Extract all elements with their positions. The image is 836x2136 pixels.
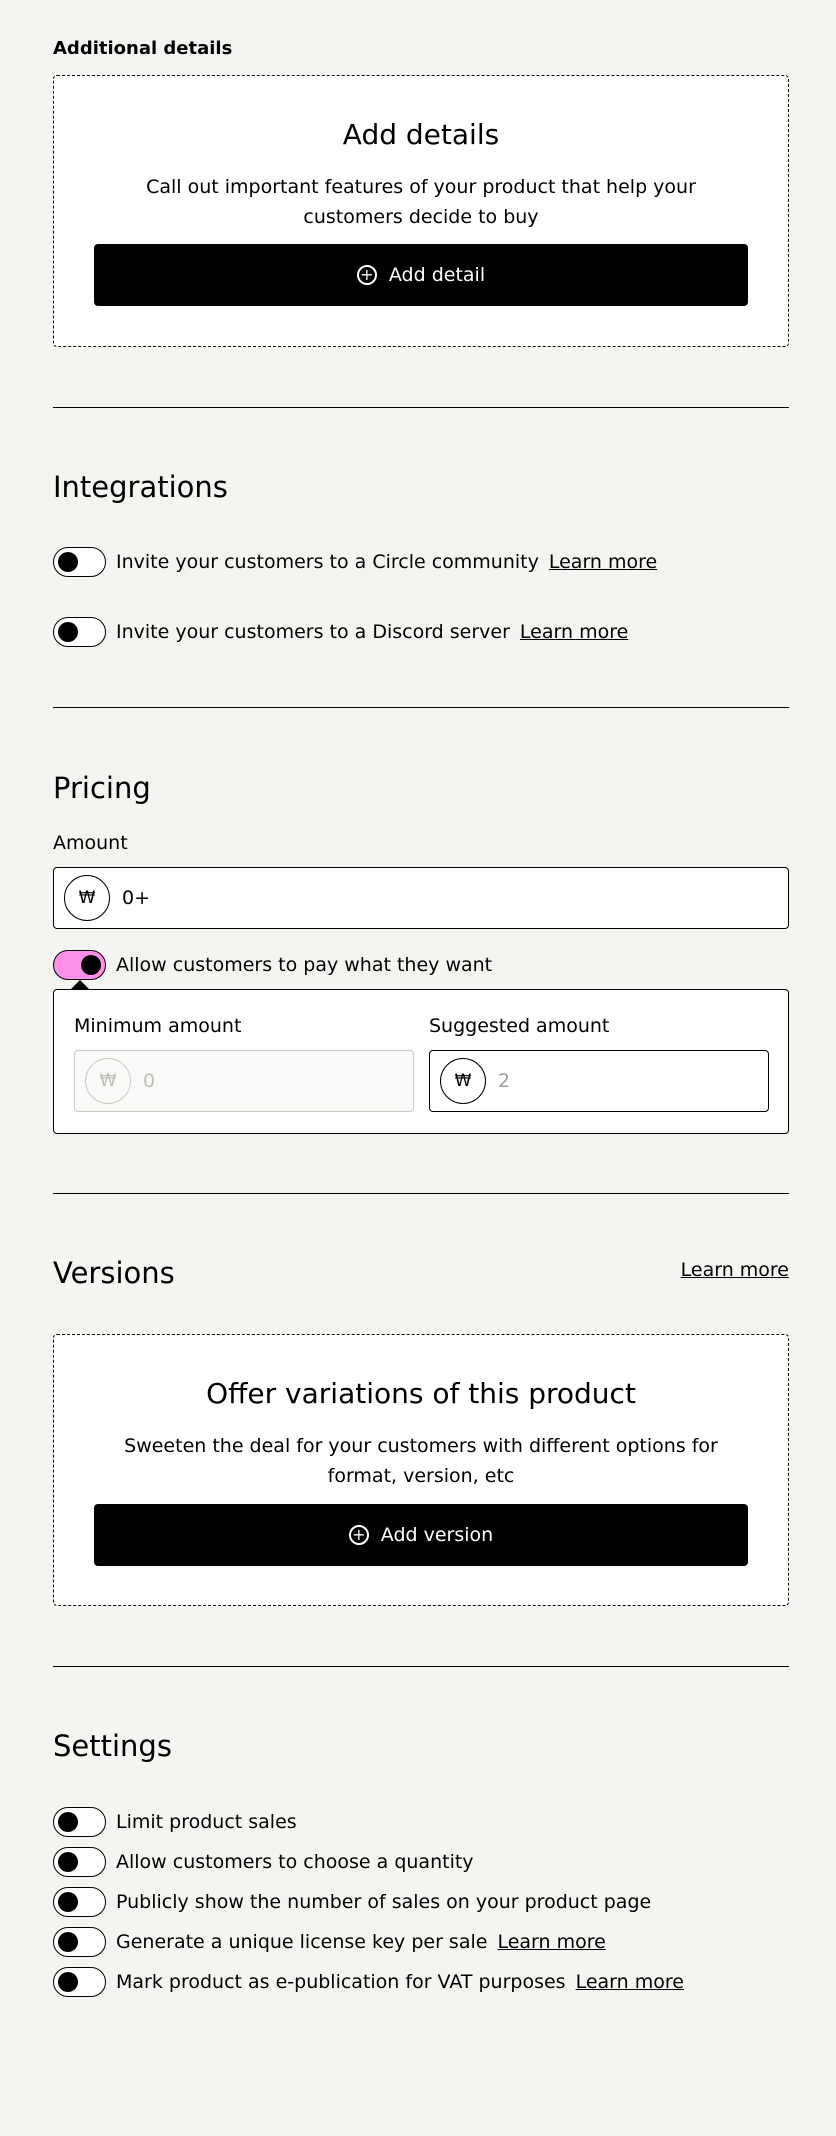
show-sales-toggle[interactable] xyxy=(53,1887,106,1917)
circle-toggle[interactable] xyxy=(53,547,106,577)
integration-circle-row: Invite your customers to a Circle commun… xyxy=(53,547,657,577)
setting-limit-sales-row: Limit product sales xyxy=(53,1807,297,1837)
show-sales-label: Publicly show the number of sales on you… xyxy=(116,1891,652,1913)
setting-license-key-row: Generate a unique license key per sale L… xyxy=(53,1927,606,1957)
currency-won-icon: ₩ xyxy=(85,1058,131,1104)
currency-won-icon: ₩ xyxy=(64,875,110,921)
limit-sales-label: Limit product sales xyxy=(116,1811,297,1833)
discord-label: Invite your customers to a Discord serve… xyxy=(116,621,510,643)
integration-discord-row: Invite your customers to a Discord serve… xyxy=(53,617,628,647)
plus-circle-icon: + xyxy=(356,265,377,285)
pwyw-label: Allow customers to pay what they want xyxy=(116,954,493,976)
versions-title: Versions xyxy=(53,1256,175,1290)
circle-label: Invite your customers to a Circle commun… xyxy=(116,551,539,573)
add-details-title: Add details xyxy=(342,118,500,151)
quantity-label: Allow customers to choose a quantity xyxy=(116,1851,474,1873)
minimum-amount-value: 0 xyxy=(143,1070,156,1092)
pricing-title: Pricing xyxy=(53,771,151,805)
setting-show-sales-row: Publicly show the number of sales on you… xyxy=(53,1887,651,1917)
circle-learn-more-link[interactable]: Learn more xyxy=(549,551,657,573)
setting-epublication-row: Mark product as e-publication for VAT pu… xyxy=(53,1967,684,1997)
epublication-toggle[interactable] xyxy=(53,1967,106,1997)
versions-card-text: Sweeten the deal for your customers with… xyxy=(124,1435,718,1487)
suggested-amount-placeholder: 2 xyxy=(498,1070,511,1092)
license-key-learn-more-link[interactable]: Learn more xyxy=(497,1931,605,1953)
epublication-learn-more-link[interactable]: Learn more xyxy=(576,1971,684,1993)
add-details-text: Call out important features of your prod… xyxy=(146,176,696,228)
minimum-amount-label: Minimum amount xyxy=(74,1015,242,1037)
divider xyxy=(53,1666,789,1667)
add-version-button-label: Add version xyxy=(380,1524,494,1546)
settings-title: Settings xyxy=(53,1729,172,1763)
plus-circle-icon: + xyxy=(348,1525,369,1545)
add-details-card: Add details Call out important features … xyxy=(53,75,789,347)
divider xyxy=(53,707,789,708)
minimum-amount-input: ₩ 0 xyxy=(74,1050,414,1112)
add-version-button[interactable]: + Add version xyxy=(94,1504,748,1566)
amount-value: 0+ xyxy=(122,887,151,909)
add-detail-button-label: Add detail xyxy=(388,264,486,286)
license-key-toggle[interactable] xyxy=(53,1927,106,1957)
add-detail-button[interactable]: + Add detail xyxy=(94,244,748,306)
pwyw-panel: Minimum amount ₩ 0 Suggested amount ₩ 2 xyxy=(53,980,789,1134)
suggested-amount-input[interactable]: ₩ 2 xyxy=(429,1050,769,1112)
currency-won-icon: ₩ xyxy=(440,1058,486,1104)
integrations-title: Integrations xyxy=(53,470,228,504)
epublication-label: Mark product as e-publication for VAT pu… xyxy=(116,1971,566,1993)
versions-card: Offer variations of this product Sweeten… xyxy=(53,1334,789,1606)
limit-sales-toggle[interactable] xyxy=(53,1807,106,1837)
versions-card-title: Offer variations of this product xyxy=(206,1377,636,1410)
additional-details-label: Additional details xyxy=(53,38,233,59)
amount-label: Amount xyxy=(53,832,128,854)
divider xyxy=(53,407,789,408)
amount-input[interactable]: ₩ 0+ xyxy=(53,867,789,929)
discord-learn-more-link[interactable]: Learn more xyxy=(520,621,628,643)
versions-learn-more-link[interactable]: Learn more xyxy=(681,1259,789,1281)
pwyw-toggle[interactable] xyxy=(53,950,106,980)
panel-pointer xyxy=(70,980,90,990)
discord-toggle[interactable] xyxy=(53,617,106,647)
setting-quantity-row: Allow customers to choose a quantity xyxy=(53,1847,474,1877)
pwyw-row: Allow customers to pay what they want xyxy=(53,950,492,980)
suggested-amount-label: Suggested amount xyxy=(429,1015,610,1037)
quantity-toggle[interactable] xyxy=(53,1847,106,1877)
license-key-label: Generate a unique license key per sale xyxy=(116,1931,488,1953)
divider xyxy=(53,1193,789,1194)
